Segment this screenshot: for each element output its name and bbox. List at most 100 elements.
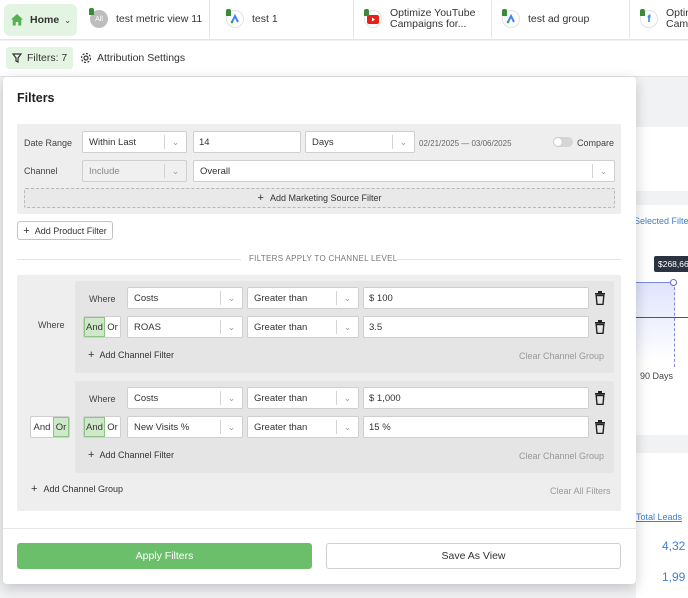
and-option[interactable]: And: [84, 417, 105, 437]
chevron-down-icon: ⌄: [336, 320, 358, 334]
and-option[interactable]: And: [31, 417, 53, 437]
plus-icon: +: [88, 349, 95, 361]
chart-vline: [674, 282, 675, 367]
table-cell[interactable]: 4,32: [662, 539, 685, 553]
google-ads-icon: [226, 9, 244, 28]
date-range-label: Date Range: [24, 138, 73, 148]
chart-tooltip: $268,66: [654, 256, 688, 272]
trash-icon[interactable]: [594, 320, 606, 334]
filters-button[interactable]: Filters: 7: [6, 47, 74, 69]
modal-title: Filters: [17, 91, 55, 105]
axis-label: 90 Days: [640, 371, 674, 381]
tab-label: test metric view 11: [116, 13, 203, 25]
tab-optin[interactable]: f Optin Cam: [632, 0, 688, 38]
pin-icon: [502, 9, 507, 16]
gear-icon: [80, 52, 92, 64]
attribution-settings-button[interactable]: Attribution Settings: [80, 47, 185, 69]
chevron-down-icon[interactable]: ⌄: [64, 16, 71, 25]
add-marketing-source-button[interactable]: + Add Marketing Source Filter: [24, 188, 615, 208]
clear-channel-group-button[interactable]: Clear Channel Group: [519, 351, 604, 361]
pin-icon: [640, 9, 645, 16]
divider-right: [397, 259, 621, 260]
metric-select[interactable]: New Visits % ⌄: [127, 416, 243, 438]
chevron-down-icon: ⌄: [392, 135, 414, 149]
add-channel-filter-button[interactable]: + Add Channel Filter: [88, 449, 174, 461]
chevron-down-icon: ⌄: [592, 164, 614, 178]
tab-test-1[interactable]: test 1: [218, 0, 354, 38]
tab-label: test 1: [252, 13, 278, 25]
footer-divider: [3, 528, 636, 529]
channel-select[interactable]: Overall ⌄: [193, 160, 615, 182]
tab-bar: Home ⌄ All test metric view 11 test 1 Op…: [0, 0, 688, 40]
add-channel-filter-button[interactable]: + Add Channel Filter: [88, 349, 174, 361]
chevron-down-icon: ⌄: [164, 164, 186, 178]
date-range-value-input[interactable]: 14: [193, 131, 301, 153]
plus-icon: +: [23, 224, 30, 237]
and-or-toggle[interactable]: And Or: [83, 316, 121, 338]
date-range-mode-select[interactable]: Within Last ⌄: [82, 131, 187, 153]
trash-icon[interactable]: [594, 391, 606, 405]
add-channel-group-button[interactable]: + Add Channel Group: [31, 483, 123, 495]
avatar-icon: All: [89, 8, 108, 28]
compare-label: Compare: [577, 138, 615, 148]
divider-left: [17, 259, 241, 260]
channel-label: Channel: [24, 166, 58, 176]
filters-modal: Filters Date Range Within Last ⌄ 14 Days…: [3, 77, 636, 584]
chart-line: [636, 317, 688, 318]
tab-test-metric-view[interactable]: All test metric view 11: [80, 0, 210, 38]
metric-select[interactable]: Costs ⌄: [127, 287, 243, 309]
column-header[interactable]: Total Leads: [636, 512, 682, 522]
tab-label: Optin Cam: [666, 7, 688, 30]
add-product-filter-button[interactable]: + Add Product Filter: [17, 221, 113, 240]
operator-select[interactable]: Greater than ⌄: [247, 316, 359, 338]
trash-icon[interactable]: [594, 291, 606, 305]
or-option[interactable]: Or: [105, 417, 120, 437]
tab-optimize-youtube[interactable]: Optimize YouTube Campaigns for...: [356, 0, 492, 38]
chevron-down-icon: ⌄: [220, 420, 242, 434]
save-as-view-button[interactable]: Save As View: [326, 543, 621, 569]
or-option[interactable]: Or: [53, 417, 69, 437]
plus-icon: +: [257, 192, 264, 204]
date-range-unit-select[interactable]: Days ⌄: [305, 131, 415, 153]
tab-home[interactable]: Home ⌄: [4, 4, 77, 36]
compare-toggle[interactable]: [553, 137, 573, 147]
youtube-icon: [364, 9, 382, 28]
value-input[interactable]: $ 1,000: [363, 387, 589, 409]
google-ads-icon: [502, 9, 520, 28]
home-icon: [10, 13, 24, 27]
chevron-down-icon: ⌄: [336, 291, 358, 305]
table-cell[interactable]: 1,99: [662, 570, 685, 584]
clear-channel-group-button[interactable]: Clear Channel Group: [519, 451, 604, 461]
channel-group-1: Where Costs ⌄ Greater than ⌄ $ 100 And O…: [75, 281, 614, 373]
value-input[interactable]: $ 100: [363, 287, 589, 309]
or-option[interactable]: Or: [105, 317, 120, 337]
selected-filters-label[interactable]: Selected Filter: [634, 216, 688, 226]
where-label: Where: [89, 294, 116, 304]
operator-select[interactable]: Greater than ⌄: [247, 387, 359, 409]
metric-select[interactable]: ROAS ⌄: [127, 316, 243, 338]
plus-icon: +: [88, 449, 95, 461]
tab-label: test ad group: [528, 13, 590, 25]
value-input[interactable]: 3.5: [363, 316, 589, 338]
chart-point: [670, 279, 677, 286]
pin-icon: [89, 8, 94, 15]
tab-home-label: Home: [30, 14, 60, 26]
plus-icon: +: [31, 483, 38, 495]
metric-select[interactable]: Costs ⌄: [127, 387, 243, 409]
and-option[interactable]: And: [84, 317, 105, 337]
pin-icon: [364, 9, 369, 16]
chevron-down-icon: ⌄: [220, 291, 242, 305]
filter-icon: [12, 53, 22, 63]
chart-area: [636, 282, 675, 362]
apply-filters-button[interactable]: Apply Filters: [17, 543, 312, 569]
operator-select[interactable]: Greater than ⌄: [247, 287, 359, 309]
operator-select[interactable]: Greater than ⌄: [247, 416, 359, 438]
value-input[interactable]: 15 %: [363, 416, 589, 438]
group-and-or-toggle[interactable]: And Or: [30, 416, 70, 438]
clear-all-filters-button[interactable]: Clear All Filters: [550, 486, 611, 496]
trash-icon[interactable]: [594, 420, 606, 434]
and-or-toggle[interactable]: And Or: [83, 416, 121, 438]
tab-test-ad-group[interactable]: test ad group: [494, 0, 630, 38]
divider-text: FILTERS APPLY TO CHANNEL LEVEL: [249, 254, 398, 263]
chevron-down-icon: ⌄: [220, 320, 242, 334]
